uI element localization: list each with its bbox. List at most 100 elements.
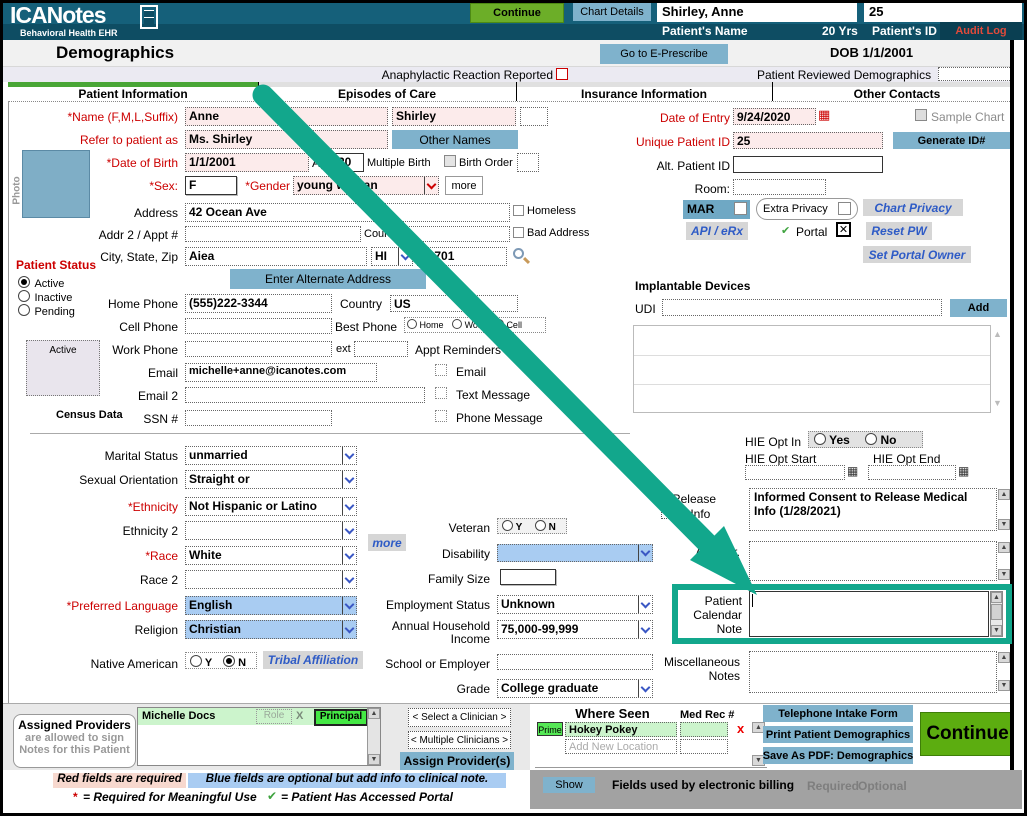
school-field[interactable]: [497, 654, 653, 670]
ethnicity2-select[interactable]: [185, 521, 357, 540]
save-pdf-button[interactable]: Save As PDF: Demographics: [763, 747, 913, 764]
tab-episodes-of-care[interactable]: Episodes of Care: [294, 87, 480, 101]
best-phone-home-radio[interactable]: [407, 319, 417, 329]
hie-yes-radio[interactable]: [814, 433, 826, 445]
scroll-up-icon[interactable]: ▲: [998, 652, 1010, 663]
chevron-down-icon[interactable]: [342, 498, 356, 515]
where-seen-location-field[interactable]: Hokey Pokey: [565, 722, 677, 737]
language-select[interactable]: English: [185, 596, 357, 615]
alternate-address-button[interactable]: Enter Alternate Address: [230, 269, 426, 289]
room-field[interactable]: [733, 179, 826, 195]
cell-phone-field[interactable]: [185, 318, 332, 334]
scrollbar-thumb[interactable]: [991, 604, 1002, 620]
birth-order-field[interactable]: [517, 153, 539, 172]
radio-icon[interactable]: [18, 276, 30, 288]
extra-privacy-checkbox[interactable]: [838, 202, 851, 215]
multiple-birth-checkbox[interactable]: [444, 155, 456, 167]
assign-providers-button[interactable]: Assign Provider(s): [400, 752, 514, 770]
telephone-intake-button[interactable]: Telephone Intake Form: [763, 705, 913, 722]
scroll-down-icon[interactable]: ▼: [998, 569, 1010, 580]
multiple-clinicians-button[interactable]: < Multiple Clinicians >: [408, 731, 511, 749]
adv-dir-checkbox[interactable]: [727, 560, 740, 573]
other-names-button[interactable]: Other Names: [392, 130, 518, 149]
udi-field[interactable]: [662, 299, 942, 316]
provider-principal-badge[interactable]: Principal: [314, 709, 368, 726]
marital-select[interactable]: unmarried: [185, 446, 357, 465]
native-yes-radio[interactable]: [190, 655, 202, 667]
chevron-down-icon[interactable]: [638, 621, 652, 638]
hie-start-field[interactable]: [745, 465, 845, 480]
gender-select[interactable]: young woman: [293, 176, 439, 195]
tab-other-contacts[interactable]: Other Contacts: [804, 87, 990, 101]
scroll-down-icon[interactable]: ▼: [993, 398, 1002, 408]
release-of-info-textarea[interactable]: Informed Consent to Release Medical Info…: [749, 488, 997, 531]
sample-chart-checkbox[interactable]: [915, 109, 927, 121]
reminder-phone-checkbox[interactable]: [435, 410, 447, 422]
email2-field[interactable]: [185, 387, 425, 403]
patient-name-input[interactable]: Shirley, Anne: [657, 2, 857, 22]
ssn-field[interactable]: [185, 410, 332, 426]
ethnicity-select[interactable]: Not Hispanic or Latino: [185, 497, 357, 516]
income-select[interactable]: 75,000-99,999: [497, 620, 653, 639]
work-phone-field[interactable]: [185, 341, 332, 357]
provider-remove-x[interactable]: X: [296, 710, 303, 722]
race2-select[interactable]: [185, 570, 357, 589]
bad-address-checkbox[interactable]: [513, 227, 524, 238]
tab-insurance-information[interactable]: Insurance Information: [551, 87, 737, 101]
dob-field[interactable]: 1/1/2001: [185, 153, 309, 172]
veteran-yes-radio[interactable]: [502, 520, 513, 531]
addr2-field[interactable]: [185, 226, 361, 242]
chevron-down-icon[interactable]: [638, 596, 652, 613]
api-erx-button[interactable]: API / eRx: [686, 222, 748, 240]
calendar-icon[interactable]: ▦: [847, 465, 858, 478]
date-of-entry-field[interactable]: 9/24/2020: [733, 108, 816, 125]
anaphylactic-checkbox[interactable]: [556, 68, 568, 80]
zip-search-icon[interactable]: [513, 248, 524, 259]
refer-field[interactable]: Ms. Shirley: [185, 130, 388, 149]
set-portal-owner-button[interactable]: Set Portal Owner: [863, 246, 971, 263]
pcn-scrollbar[interactable]: ▲ ▼: [990, 591, 1003, 637]
adv-dir-textarea[interactable]: [749, 541, 997, 581]
calendar-icon[interactable]: ▦: [958, 465, 969, 478]
provider-role-chip[interactable]: Role: [256, 709, 292, 724]
release-checkbox[interactable]: [661, 507, 673, 519]
native-no-radio[interactable]: [223, 655, 235, 667]
grade-select[interactable]: College graduate: [497, 679, 653, 698]
email-field[interactable]: michelle+anne@icanotes.com: [185, 363, 377, 382]
chevron-down-icon[interactable]: [342, 447, 356, 464]
provider-row[interactable]: Michelle Docs Role X Principal: [138, 708, 369, 725]
udi-add-button[interactable]: Add: [950, 299, 1007, 317]
race-select[interactable]: White: [185, 546, 357, 565]
home-phone-field[interactable]: (555)222-3344: [185, 294, 332, 313]
tab-patient-information[interactable]: Patient Information: [40, 87, 226, 101]
alt-id-field[interactable]: [733, 156, 883, 173]
eprescribe-button[interactable]: Go to E-Prescribe: [600, 44, 728, 64]
gender-more-button[interactable]: more: [445, 176, 483, 195]
tribal-affiliation-button[interactable]: Tribal Affiliation: [263, 651, 363, 669]
state-select[interactable]: HI: [371, 247, 413, 266]
family-size-field[interactable]: [500, 569, 556, 585]
country-field[interactable]: US: [390, 295, 518, 312]
reviewed-field[interactable]: [938, 67, 1014, 81]
orientation-select[interactable]: Straight or: [185, 470, 357, 489]
implantable-devices-list[interactable]: [633, 325, 991, 413]
hie-no-radio[interactable]: [865, 433, 877, 445]
chart-details-button[interactable]: Chart Details: [573, 3, 651, 21]
continue-button[interactable]: Continue: [920, 712, 1015, 756]
select-clinician-button[interactable]: < Select a Clinician >: [408, 708, 511, 727]
print-demographics-button[interactable]: Print Patient Demographics: [763, 726, 913, 743]
show-button[interactable]: Show: [543, 777, 595, 793]
disability-select[interactable]: [497, 544, 653, 562]
best-phone-cell-radio[interactable]: [494, 319, 504, 329]
first-name-field[interactable]: Anne: [185, 107, 388, 126]
audit-log-button[interactable]: Audit Log: [940, 22, 1022, 40]
med-rec-field-2[interactable]: [680, 739, 728, 754]
reminder-text-checkbox[interactable]: [435, 387, 447, 399]
portal-checkbox[interactable]: ✕: [836, 222, 851, 237]
prime-badge[interactable]: Prime: [537, 722, 563, 736]
religion-select[interactable]: Christian: [185, 620, 357, 639]
scroll-up-icon[interactable]: ▲: [998, 542, 1010, 553]
scroll-down-icon[interactable]: ▼: [998, 519, 1010, 530]
age-field[interactable]: 20: [334, 153, 364, 172]
reminder-email-checkbox[interactable]: [435, 364, 447, 376]
